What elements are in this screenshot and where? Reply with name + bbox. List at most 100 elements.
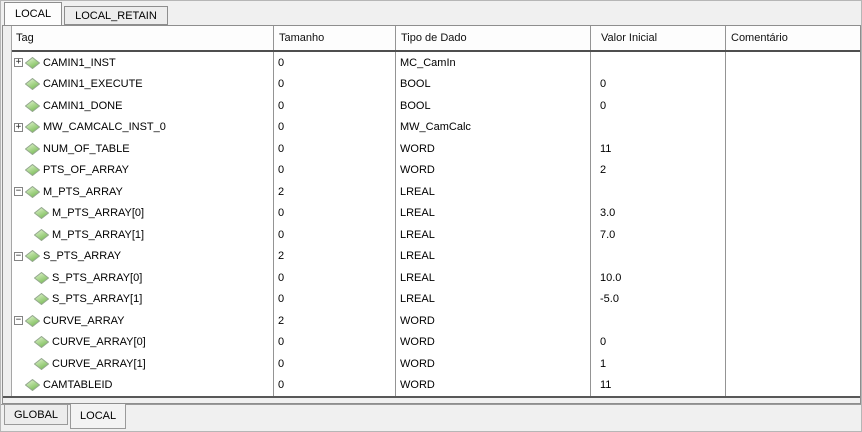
comentario-cell[interactable]: [725, 117, 860, 139]
comentario-cell[interactable]: [725, 267, 860, 289]
tamanho-cell[interactable]: 2: [273, 246, 395, 268]
comentario-cell[interactable]: [725, 203, 860, 225]
tipo-cell[interactable]: WORD: [395, 160, 590, 182]
expand-toggle-icon[interactable]: +: [14, 58, 23, 67]
column-header-tipo-de-dado[interactable]: Tipo de Dado: [395, 26, 590, 50]
tag-name: CURVE_ARRAY[0]: [52, 336, 146, 348]
tipo-cell[interactable]: LREAL: [395, 181, 590, 203]
tag-cell[interactable]: − S_PTS_ARRAY: [12, 246, 273, 268]
comentario-cell[interactable]: [725, 138, 860, 160]
tipo-cell[interactable]: BOOL: [395, 74, 590, 96]
valor-cell[interactable]: 3.0: [590, 203, 725, 225]
tipo-cell[interactable]: WORD: [395, 310, 590, 332]
tamanho-cell[interactable]: 0: [273, 160, 395, 182]
comentario-cell[interactable]: [725, 74, 860, 96]
tag-cell[interactable]: CURVE_ARRAY[1]: [12, 353, 273, 375]
tab-global[interactable]: GLOBAL: [4, 405, 68, 425]
tab-local-bottom[interactable]: LOCAL: [70, 404, 126, 429]
valor-cell[interactable]: -5.0: [590, 289, 725, 311]
tab-local[interactable]: LOCAL: [4, 2, 62, 25]
expand-toggle-icon[interactable]: +: [14, 123, 23, 132]
valor-cell[interactable]: [590, 52, 725, 74]
tag-cell[interactable]: NUM_OF_TABLE: [12, 138, 273, 160]
tipo-cell[interactable]: WORD: [395, 332, 590, 354]
tipo-cell[interactable]: LREAL: [395, 224, 590, 246]
tipo-cell[interactable]: LREAL: [395, 267, 590, 289]
tipo-cell[interactable]: WORD: [395, 375, 590, 397]
tipo-cell[interactable]: MC_CamIn: [395, 52, 590, 74]
variable-diamond-icon: [34, 336, 49, 348]
tag-cell[interactable]: S_PTS_ARRAY[0]: [12, 267, 273, 289]
tag-cell[interactable]: CURVE_ARRAY[0]: [12, 332, 273, 354]
valor-cell[interactable]: [590, 310, 725, 332]
tipo-cell[interactable]: LREAL: [395, 246, 590, 268]
valor-cell[interactable]: 7.0: [590, 224, 725, 246]
tag-cell[interactable]: CAMIN1_EXECUTE: [12, 74, 273, 96]
comentario-cell[interactable]: [725, 160, 860, 182]
tag-cell[interactable]: S_PTS_ARRAY[1]: [12, 289, 273, 311]
expand-toggle-icon[interactable]: −: [14, 252, 23, 261]
column-header-tamanho[interactable]: Tamanho: [273, 26, 395, 50]
tipo-cell[interactable]: MW_CamCalc: [395, 117, 590, 139]
tag-cell[interactable]: − M_PTS_ARRAY: [12, 181, 273, 203]
table-row: CAMIN1_DONE 0 BOOL 0: [12, 95, 860, 117]
comentario-cell[interactable]: [725, 224, 860, 246]
valor-cell[interactable]: [590, 246, 725, 268]
tag-cell[interactable]: + CAMIN1_INST: [12, 52, 273, 74]
tamanho-cell[interactable]: 0: [273, 117, 395, 139]
comentario-cell[interactable]: [725, 95, 860, 117]
tamanho-cell[interactable]: 0: [273, 203, 395, 225]
expand-toggle-icon[interactable]: −: [14, 316, 23, 325]
tag-cell[interactable]: PTS_OF_ARRAY: [12, 160, 273, 182]
comentario-cell[interactable]: [725, 375, 860, 397]
valor-cell[interactable]: 11: [590, 138, 725, 160]
tag-cell[interactable]: M_PTS_ARRAY[0]: [12, 203, 273, 225]
valor-cell[interactable]: [590, 181, 725, 203]
expand-toggle-icon[interactable]: −: [14, 187, 23, 196]
tipo-cell[interactable]: LREAL: [395, 203, 590, 225]
tamanho-cell[interactable]: 0: [273, 289, 395, 311]
tamanho-cell[interactable]: 0: [273, 52, 395, 74]
tipo-cell[interactable]: LREAL: [395, 289, 590, 311]
valor-cell[interactable]: 0: [590, 74, 725, 96]
table-row: CURVE_ARRAY[1] 0 WORD 1: [12, 353, 860, 375]
table-row: + MW_CAMCALC_INST_0 0 MW_CamCalc: [12, 117, 860, 139]
tipo-cell[interactable]: WORD: [395, 138, 590, 160]
valor-cell[interactable]: 10.0: [590, 267, 725, 289]
comentario-cell[interactable]: [725, 246, 860, 268]
tamanho-cell[interactable]: 0: [273, 74, 395, 96]
tipo-cell[interactable]: BOOL: [395, 95, 590, 117]
comentario-cell[interactable]: [725, 332, 860, 354]
valor-cell[interactable]: [590, 117, 725, 139]
comentario-cell[interactable]: [725, 310, 860, 332]
comentario-cell[interactable]: [725, 52, 860, 74]
tamanho-cell[interactable]: 0: [273, 375, 395, 397]
tag-cell[interactable]: CAMTABLEID: [12, 375, 273, 397]
valor-cell[interactable]: 0: [590, 95, 725, 117]
valor-cell[interactable]: 0: [590, 332, 725, 354]
comentario-cell[interactable]: [725, 181, 860, 203]
table-row: CAMIN1_EXECUTE 0 BOOL 0: [12, 74, 860, 96]
tamanho-cell[interactable]: 2: [273, 310, 395, 332]
tamanho-cell[interactable]: 0: [273, 95, 395, 117]
column-header-comentario[interactable]: Comentário: [725, 26, 860, 50]
tag-cell[interactable]: M_PTS_ARRAY[1]: [12, 224, 273, 246]
tipo-cell[interactable]: WORD: [395, 353, 590, 375]
tamanho-cell[interactable]: 0: [273, 224, 395, 246]
valor-cell[interactable]: 2: [590, 160, 725, 182]
tag-cell[interactable]: − CURVE_ARRAY: [12, 310, 273, 332]
tab-local-retain[interactable]: LOCAL_RETAIN: [64, 6, 168, 25]
valor-cell[interactable]: 1: [590, 353, 725, 375]
column-header-tag[interactable]: Tag: [12, 26, 273, 50]
valor-cell[interactable]: 11: [590, 375, 725, 397]
tamanho-cell[interactable]: 0: [273, 332, 395, 354]
tamanho-cell[interactable]: 0: [273, 267, 395, 289]
comentario-cell[interactable]: [725, 353, 860, 375]
column-header-valor-inicial[interactable]: Valor Inicial: [590, 26, 725, 50]
tamanho-cell[interactable]: 2: [273, 181, 395, 203]
tamanho-cell[interactable]: 0: [273, 353, 395, 375]
comentario-cell[interactable]: [725, 289, 860, 311]
tamanho-cell[interactable]: 0: [273, 138, 395, 160]
tag-cell[interactable]: CAMIN1_DONE: [12, 95, 273, 117]
tag-cell[interactable]: + MW_CAMCALC_INST_0: [12, 117, 273, 139]
